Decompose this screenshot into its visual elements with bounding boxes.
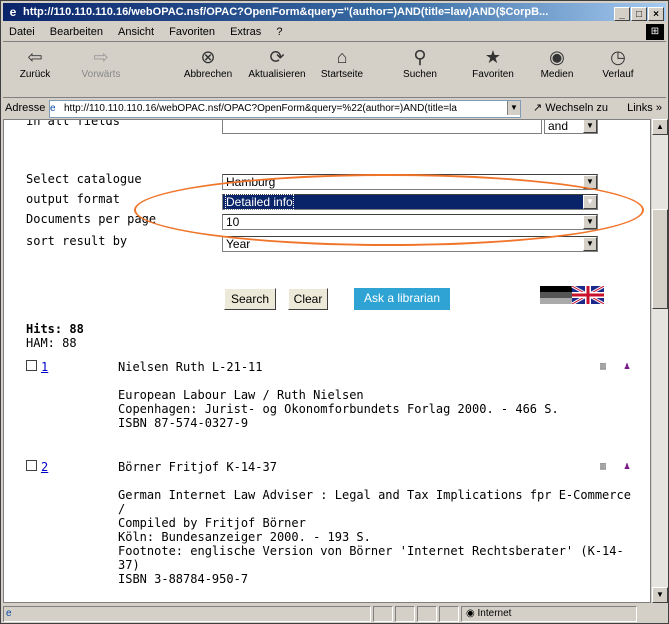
globe-icon: ◉	[466, 608, 475, 619]
search-submit-button[interactable]: Search	[224, 288, 276, 310]
media-icon: ◉	[549, 47, 565, 67]
record-heading: Börner Fritjof K-14-37	[118, 460, 277, 474]
scroll-thumb[interactable]	[652, 209, 668, 309]
close-button[interactable]: ×	[648, 7, 664, 21]
refresh-button[interactable]: ⟳ Aktualisieren	[241, 45, 313, 80]
field-label-cut: in all fields	[26, 119, 120, 128]
history-button[interactable]: ◷ Verlauf	[595, 45, 641, 80]
record-link[interactable]: 2	[41, 460, 48, 474]
menu-extras[interactable]: Extras	[230, 26, 261, 38]
page-content: in all fields and ▼ Select catalogue Ham…	[3, 119, 651, 603]
back-arrow-icon: ⇦	[27, 47, 43, 67]
book-icon[interactable]: ▥	[600, 460, 606, 474]
forward-arrow-icon: ⇨	[93, 47, 109, 67]
clear-button[interactable]: Clear	[288, 288, 328, 310]
menu-bearbeiten[interactable]: Bearbeiten	[50, 26, 103, 38]
forward-button[interactable]: ⇨ Vorwärts	[73, 45, 129, 80]
person-icon[interactable]: ♟	[624, 360, 630, 374]
window-title: http://110.110.110.16/webOPAC.nsf/OPAC?O…	[23, 6, 549, 18]
sort-label: sort result by	[26, 234, 128, 248]
vertical-scrollbar[interactable]: ▲ ▼	[651, 119, 668, 603]
favorites-button[interactable]: ★ Favoriten	[465, 45, 521, 80]
refresh-icon: ⟳	[269, 47, 285, 67]
favorites-icon: ★	[484, 47, 502, 67]
go-arrow-icon: ↗	[533, 102, 543, 114]
list-item: 2 Börner Fritjof K-14-37 German Internet…	[26, 460, 646, 586]
record-body: Börner Fritjof K-14-37 German Internet L…	[118, 460, 638, 586]
record-checkbox[interactable]	[26, 460, 37, 471]
address-input[interactable]: e http://110.110.110.16/webOPAC.nsf/OPAC?…	[49, 100, 521, 118]
record-line: European Labour Law / Ruth Nielsen	[118, 388, 364, 402]
menu-ansicht[interactable]: Ansicht	[118, 26, 154, 38]
chevron-down-icon: ▼	[583, 237, 597, 251]
ie-status-icon: e	[6, 608, 12, 619]
status-bar: e ◉ Internet	[3, 605, 666, 623]
stop-button[interactable]: ⊗ Abbrechen	[177, 45, 239, 80]
record-line: Footnote: englische Version von Börner '…	[118, 544, 624, 572]
list-item: 1 Nielsen Ruth L-21-11 European Labour L…	[26, 360, 646, 440]
record-line: German Internet Law Adviser : Legal and …	[118, 488, 631, 516]
links-button[interactable]: Links »	[627, 98, 662, 118]
menu-bar: Datei Bearbeiten Ansicht Favoriten Extra…	[3, 23, 666, 42]
toolbar: ⇦ Zurück ⇨ Vorwärts ⊗ Abbrechen ⟳ Aktual…	[3, 43, 666, 98]
highlight-ellipse	[134, 174, 644, 246]
status-pane	[373, 606, 393, 622]
address-label: Adresse	[5, 102, 46, 114]
media-button[interactable]: ◉ Medien	[535, 45, 579, 80]
scroll-up-icon[interactable]: ▲	[652, 119, 668, 135]
hits-detail: HAM: 88	[26, 336, 77, 350]
page-icon: e	[50, 103, 56, 114]
operator-select[interactable]: and ▼	[544, 120, 598, 134]
maximize-button[interactable]: □	[631, 7, 647, 21]
menu-favoriten[interactable]: Favoriten	[169, 26, 215, 38]
record-line: Köln: Bundesanzeiger 2000. - 193 S.	[118, 530, 371, 544]
record-body: Nielsen Ruth L-21-11 European Labour Law…	[118, 360, 638, 430]
status-pane	[395, 606, 415, 622]
go-button[interactable]: ↗ Wechseln zu	[533, 98, 608, 118]
status-pane	[439, 606, 459, 622]
address-url: http://110.110.110.16/webOPAC.nsf/OPAC?O…	[64, 103, 457, 114]
stop-icon: ⊗	[200, 47, 216, 67]
record-link[interactable]: 1	[41, 360, 48, 374]
chevron-down-icon: ▼	[583, 120, 597, 133]
home-button[interactable]: ⌂ Startseite	[315, 45, 369, 80]
record-line: Copenhagen: Jurist- og Okonomforbundets …	[118, 402, 559, 416]
status-pane	[417, 606, 437, 622]
scroll-down-icon[interactable]: ▼	[652, 587, 668, 603]
format-label: output format	[26, 192, 120, 206]
title-bar: e http://110.110.110.16/webOPAC.nsf/OPAC…	[3, 3, 666, 21]
field-input-cut[interactable]	[222, 120, 542, 134]
catalogue-label: Select catalogue	[26, 172, 142, 186]
back-button[interactable]: ⇦ Zurück	[15, 45, 55, 80]
record-line: ISBN 3-88784-950-7	[118, 572, 249, 586]
hits-summary: Hits: 88 HAM: 88	[26, 322, 84, 350]
language-flags-icon[interactable]	[540, 286, 604, 304]
person-icon[interactable]: ♟	[624, 460, 630, 474]
ie-page-icon: e	[9, 5, 17, 19]
menu-help[interactable]: ?	[276, 26, 282, 38]
ask-librarian-button[interactable]: Ask a librarian	[354, 288, 450, 310]
search-icon: ⚲	[413, 47, 427, 67]
book-icon[interactable]: ▥	[600, 360, 606, 374]
menu-datei[interactable]: Datei	[9, 26, 35, 38]
record-line: ISBN 87-574-0327-9	[118, 416, 249, 430]
record-heading: Nielsen Ruth L-21-11	[118, 360, 263, 374]
search-button[interactable]: ⚲ Suchen	[397, 45, 443, 80]
home-icon: ⌂	[336, 47, 348, 67]
history-icon: ◷	[610, 47, 626, 67]
hits-title: Hits: 88	[26, 322, 84, 336]
status-zone: ◉ Internet	[461, 606, 637, 622]
chevron-down-icon[interactable]: ▼	[507, 101, 520, 115]
minimize-button[interactable]: _	[614, 7, 630, 21]
address-bar: Adresse e http://110.110.110.16/webOPAC.n…	[3, 98, 666, 118]
record-line: Compiled by Fritjof Börner	[118, 516, 306, 530]
record-checkbox[interactable]	[26, 360, 37, 371]
browser-window: e http://110.110.110.16/webOPAC.nsf/OPAC…	[0, 0, 669, 624]
windows-logo-icon: ⊞	[646, 24, 664, 40]
status-main: e	[3, 606, 371, 622]
